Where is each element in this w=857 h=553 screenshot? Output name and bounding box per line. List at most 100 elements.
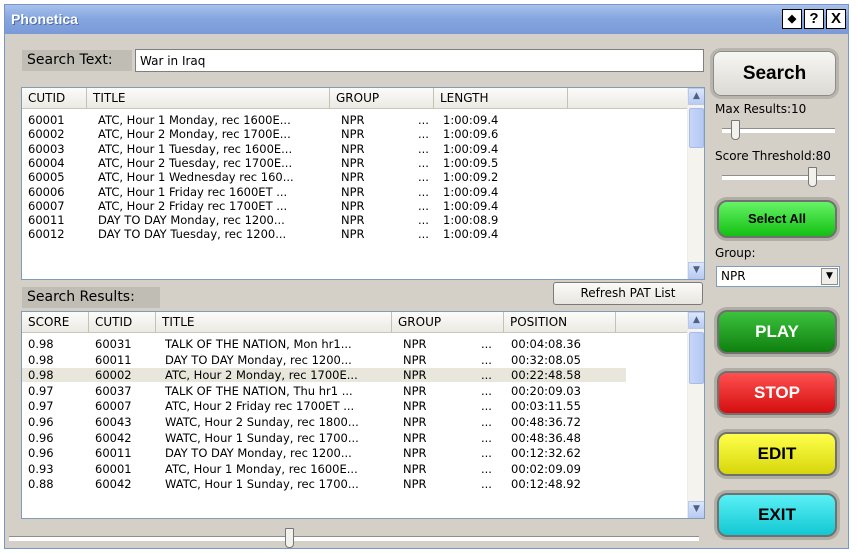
results-scrollbar[interactable]: ▲ ▼ (687, 312, 704, 518)
play-button[interactable]: PLAY (717, 310, 837, 354)
pat-cell-cutid: 60003 (28, 141, 65, 156)
results-row[interactable]: 0.96 60042 WATC, Hour 1 Sunday, rec 1700..… (22, 431, 626, 445)
pat-list-header: CUTID TITLE GROUP LENGTH (22, 88, 687, 109)
pat-row[interactable]: 60001 ATC, Hour 1 Monday, rec 1600E... NPR… (22, 113, 687, 127)
results-cell-score: 0.96 (28, 430, 54, 445)
results-cell-group: NPR (403, 415, 427, 429)
res-col-cutid[interactable]: CUTID (89, 312, 156, 332)
results-cell-position: 00:02:09.09 (511, 461, 581, 476)
pat-row[interactable]: 60006 ATC, Hour 1 Friday rec 1600ET ... NP… (22, 185, 687, 199)
pat-row[interactable]: 60002 ATC, Hour 2 Monday, rec 1700E... NPR… (22, 127, 687, 141)
max-results-slider-thumb[interactable] (731, 120, 740, 140)
results-cell-position: 00:04:08.36 (511, 337, 581, 351)
edit-button[interactable]: EDIT (717, 432, 837, 476)
chevron-down-icon[interactable]: ▼ (688, 501, 704, 518)
res-col-title[interactable]: TITLE (156, 312, 392, 332)
close-button[interactable]: X (826, 9, 846, 29)
pat-row[interactable]: 60004 ATC, Hour 2 Tuesday, rec 1700E... NP… (22, 156, 687, 170)
pat-row[interactable]: 60003 ATC, Hour 1 Tuesday, rec 1600E... NP… (22, 142, 687, 156)
results-scroll-thumb[interactable] (689, 332, 704, 384)
results-cell-title: ATC, Hour 2 Monday, rec 1700E... (165, 368, 358, 383)
pat-cell-group: NPR (341, 170, 365, 185)
results-row[interactable]: 0.97 60007 ATC, Hour 2 Friday rec 1700ET .… (22, 399, 626, 413)
pat-cell-more: ... (418, 184, 429, 199)
pat-list[interactable]: CUTID TITLE GROUP LENGTH 60001 ATC, Hour … (21, 87, 705, 280)
results-cell-position: 00:32:08.05 (511, 352, 581, 367)
pin-button[interactable]: ◆ (782, 9, 802, 29)
select-all-button[interactable]: Select All (717, 200, 837, 238)
pat-scroll-thumb[interactable] (689, 108, 704, 148)
pat-col-blank (568, 88, 687, 108)
results-row[interactable]: 0.98 60002 ATC, Hour 2 Monday, rec 1700E..… (22, 368, 626, 383)
results-row[interactable]: 0.98 60031 TALK OF THE NATION, Mon hr1... N… (22, 337, 626, 351)
results-cell-score: 0.88 (28, 477, 54, 492)
results-cell-cutid: 60031 (95, 337, 132, 351)
search-button[interactable]: Search (713, 51, 836, 96)
results-cell-score: 0.93 (28, 461, 54, 476)
pat-cell-length: 1:00:09.2 (443, 170, 499, 185)
chevron-down-icon[interactable]: ▼ (688, 262, 704, 279)
stop-button[interactable]: STOP (717, 371, 837, 415)
score-threshold-slider-thumb[interactable] (808, 167, 817, 187)
results-row[interactable]: 0.97 60037 TALK OF THE NATION, Thu hr1 ...… (22, 384, 626, 398)
triangle-down-icon[interactable]: ▼ (821, 268, 838, 285)
results-cell-cutid: 60037 (95, 383, 132, 398)
pat-cell-cutid: 60006 (28, 184, 65, 199)
results-cell-group: NPR (403, 446, 427, 461)
results-cell-group: NPR (403, 430, 427, 445)
results-cell-cutid: 60042 (95, 477, 132, 492)
results-row[interactable]: 0.98 60011 DAY TO DAY Monday, rec 1200... N… (22, 353, 626, 367)
pat-scrollbar[interactable]: ▲ ▼ (687, 88, 704, 279)
results-cell-title: TALK OF THE NATION, Mon hr1... (165, 337, 352, 351)
position-slider-track[interactable] (9, 536, 699, 541)
res-col-position[interactable]: POSITION (504, 312, 616, 332)
pat-col-title[interactable]: TITLE (87, 88, 330, 108)
pat-row[interactable]: 60012 DAY TO DAY Tuesday, rec 1200... NPR.… (22, 227, 687, 241)
results-row[interactable]: 0.96 60011 DAY TO DAY Monday, rec 1200... N… (22, 446, 626, 460)
results-cell-group: NPR (403, 477, 427, 492)
results-cell-score: 0.96 (28, 415, 54, 429)
pat-col-cutid[interactable]: CUTID (22, 88, 87, 108)
results-cell-score: 0.96 (28, 446, 54, 461)
results-cell-position: 00:48:36.48 (511, 430, 581, 445)
results-list[interactable]: SCORE CUTID TITLE GROUP POSITION 0.98 600… (21, 311, 705, 519)
res-col-score[interactable]: SCORE (22, 312, 89, 332)
results-cell-more: ... (481, 430, 492, 445)
chevron-up-icon[interactable]: ▲ (688, 312, 704, 329)
pat-cell-length: 1:00:09.4 (443, 141, 499, 156)
pat-row[interactable]: 60007 ATC, Hour 2 Friday rec 1700ET ... NP… (22, 199, 687, 213)
pat-col-length[interactable]: LENGTH (434, 88, 568, 108)
pat-col-group[interactable]: GROUP (330, 88, 434, 108)
position-slider-thumb[interactable] (285, 528, 294, 548)
pat-cell-title: ATC, Hour 1 Friday rec 1600ET ... (98, 184, 288, 199)
results-cell-more: ... (481, 383, 492, 398)
pat-cell-length: 1:00:09.6 (443, 127, 499, 142)
results-row[interactable]: 0.96 60043 WATC, Hour 2 Sunday, rec 1800..… (22, 415, 626, 429)
title-bar[interactable]: Phonetica ◆ ? X (5, 5, 848, 34)
results-cell-title: WATC, Hour 1 Sunday, rec 1700... (165, 430, 359, 445)
res-col-group[interactable]: GROUP (392, 312, 504, 332)
score-threshold-label: Score Threshold:80 (715, 149, 831, 163)
results-cell-position: 00:03:11.55 (511, 399, 581, 414)
pat-row[interactable]: 60011 DAY TO DAY Monday, rec 1200... NPR..… (22, 213, 687, 227)
search-input[interactable] (135, 49, 704, 72)
pat-row[interactable]: 60005 ATC, Hour 1 Wednesday rec 160... NPR… (22, 170, 687, 184)
pat-cell-cutid: 60001 (28, 113, 65, 127)
results-row[interactable]: 0.93 60001 ATC, Hour 1 Monday, rec 1600E..… (22, 462, 626, 476)
chevron-up-icon[interactable]: ▲ (688, 88, 704, 105)
results-row[interactable]: 0.88 60042 WATC, Hour 1 Sunday, rec 1700..… (22, 477, 626, 491)
results-cell-more: ... (481, 446, 492, 461)
results-cell-score: 0.97 (28, 383, 54, 398)
results-cell-more: ... (481, 399, 492, 414)
refresh-pat-list-button[interactable]: Refresh PAT List (553, 282, 703, 305)
results-cell-cutid: 60001 (95, 461, 132, 476)
results-cell-title: DAY TO DAY Monday, rec 1200... (165, 446, 352, 461)
group-select[interactable]: NPR ▼ (716, 266, 840, 287)
pat-cell-group: NPR (341, 127, 365, 142)
exit-button[interactable]: EXIT (717, 493, 837, 537)
help-button[interactable]: ? (804, 9, 824, 29)
pat-cell-title: ATC, Hour 2 Tuesday, rec 1700E... (98, 155, 293, 170)
pat-cell-more: ... (418, 155, 429, 170)
pat-cell-cutid: 60007 (28, 198, 65, 213)
score-threshold-slider-track[interactable] (722, 175, 835, 180)
